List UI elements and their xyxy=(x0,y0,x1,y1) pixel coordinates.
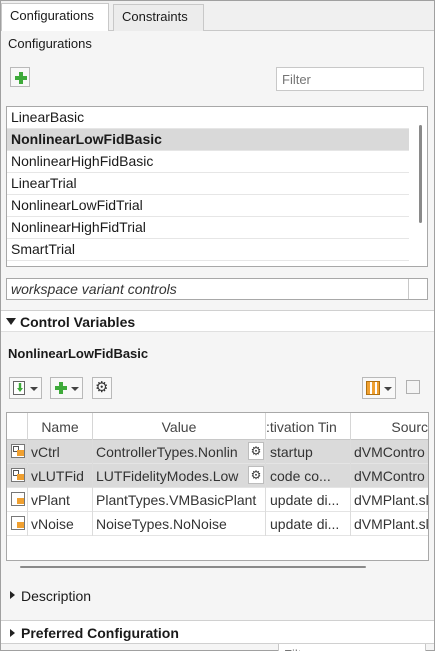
configurations-list: LinearBasic NonlinearLowFidBasic Nonline… xyxy=(6,106,428,267)
control-variables-title: Control Variables xyxy=(20,314,136,330)
source-cell: dVMPlant.sl xyxy=(354,516,429,532)
gear-icon: ⚙ xyxy=(95,379,109,396)
column-header-value[interactable]: Value xyxy=(93,413,266,440)
variant-control-icon xyxy=(11,492,25,506)
value-cell[interactable]: NoiseTypes.NoNoise xyxy=(93,512,266,536)
row-icon-cell xyxy=(7,440,28,464)
row-icon-cell xyxy=(7,464,28,488)
config-item-lineartrial[interactable]: LinearTrial xyxy=(7,173,409,195)
description-label: Description xyxy=(21,588,92,604)
add-control-variable-button[interactable] xyxy=(50,377,83,399)
add-configuration-button[interactable] xyxy=(10,67,30,87)
collapse-triangle-icon xyxy=(6,318,16,325)
table-row[interactable]: vPlant PlantTypes.VMBasicPlant update di… xyxy=(7,488,429,512)
name-cell[interactable]: vNoise xyxy=(28,512,93,536)
source-cell: dVMContro xyxy=(354,468,425,484)
configurations-filter-input[interactable] xyxy=(276,67,424,91)
column-header-activation-time[interactable]: :tivation Tin xyxy=(266,413,351,440)
preferred-configuration-section-header[interactable]: Preferred Configuration xyxy=(1,620,434,644)
tab-bar: Configurations Constraints xyxy=(1,1,434,31)
columns-icon xyxy=(366,381,380,395)
column-header-name[interactable]: Name xyxy=(28,413,93,440)
control-variables-header[interactable]: Control Variables xyxy=(1,310,434,332)
table-row[interactable]: vLUTFid LUTFidelityModes.Low ⚙ code co..… xyxy=(7,464,428,488)
value-text: ControllerTypes.Nonlin xyxy=(96,444,238,460)
table-row[interactable]: vCtrl ControllerTypes.Nonlin ⚙ startup d… xyxy=(7,440,428,464)
chevron-down-icon xyxy=(71,387,79,391)
variant-manager-panel: Configurations Constraints Configuration… xyxy=(0,0,435,651)
activation-time-cell[interactable]: update di... xyxy=(266,488,351,512)
expand-triangle-icon xyxy=(10,591,15,599)
name-cell[interactable]: vPlant xyxy=(28,488,93,512)
value-cell[interactable]: LUTFidelityModes.Low ⚙ xyxy=(93,464,266,488)
tab-constraints[interactable]: Constraints xyxy=(113,4,204,31)
export-button[interactable] xyxy=(403,377,425,399)
control-variable-settings-button[interactable]: ⚙ xyxy=(92,377,112,399)
column-header-source[interactable]: Sourc xyxy=(351,413,428,440)
config-item-nonlinearlowfidbasic[interactable]: NonlinearLowFidBasic xyxy=(7,129,409,151)
configurations-scrollbar[interactable] xyxy=(419,125,422,223)
export-icon xyxy=(406,380,420,394)
table-horizontal-scrollbar[interactable] xyxy=(20,566,366,568)
config-item-nonlinearhighfidbasic[interactable]: NonlinearHighFidBasic xyxy=(7,151,409,173)
value-text: LUTFidelityModes.Low xyxy=(96,468,239,484)
control-variables-panel: NonlinearLowFidBasic ⚙ Name Value :tivat… xyxy=(1,332,434,651)
chevron-down-icon xyxy=(384,387,392,391)
name-cell[interactable]: vLUTFid xyxy=(28,464,93,488)
selected-configuration-name: NonlinearLowFidBasic xyxy=(8,346,149,361)
row-icon-cell xyxy=(7,488,28,512)
config-item-nonlinearlowfidtrial[interactable]: NonlinearLowFidTrial xyxy=(7,195,409,217)
activation-time-cell[interactable]: startup xyxy=(266,440,351,464)
table-row[interactable]: vNoise NoiseTypes.NoNoise update di... d… xyxy=(7,512,429,536)
activation-time-cell[interactable]: code co... xyxy=(266,464,351,488)
show-columns-button[interactable] xyxy=(362,377,396,399)
tab-configurations[interactable]: Configurations xyxy=(1,3,109,31)
variant-control-icon xyxy=(11,468,25,482)
config-item-smarttrial[interactable]: SmartTrial xyxy=(7,239,409,261)
configurations-panel: Configurations LinearBasic NonlinearLowF… xyxy=(1,31,434,308)
row-icon-cell xyxy=(7,512,28,536)
import-control-variables-button[interactable] xyxy=(9,377,42,399)
table-header: Name Value :tivation Tin Sourc xyxy=(7,413,428,440)
workspace-variant-controls-row[interactable]: workspace variant controls xyxy=(6,278,428,300)
activation-time-cell[interactable]: update di... xyxy=(266,512,351,536)
column-divider xyxy=(408,279,409,299)
value-cell[interactable]: PlantTypes.VMBasicPlant xyxy=(93,488,266,512)
control-variables-table: Name Value :tivation Tin Sourc vCtrl Con… xyxy=(6,412,429,561)
source-cell: dVMContro xyxy=(354,444,425,460)
preferred-configuration-label: Preferred Configuration xyxy=(21,625,179,641)
variant-control-icon xyxy=(11,516,25,530)
gear-icon[interactable]: ⚙ xyxy=(248,442,264,460)
icon-column-header xyxy=(7,413,28,440)
chevron-down-icon xyxy=(30,387,38,391)
name-cell[interactable]: vCtrl xyxy=(28,440,93,464)
variant-control-icon xyxy=(11,444,25,458)
description-section-header[interactable]: Description xyxy=(1,582,434,610)
configurations-label: Configurations xyxy=(8,36,92,51)
variant-controls-label: workspace variant controls xyxy=(11,281,177,297)
expand-triangle-icon xyxy=(10,629,15,637)
config-item-linearbasic[interactable]: LinearBasic xyxy=(7,107,409,129)
value-cell[interactable]: ControllerTypes.Nonlin ⚙ xyxy=(93,440,266,464)
source-cell: dVMPlant.sl xyxy=(354,492,429,508)
gear-icon[interactable]: ⚙ xyxy=(248,466,264,484)
config-item-nonlinearhighfidtrial[interactable]: NonlinearHighFidTrial xyxy=(7,217,409,239)
